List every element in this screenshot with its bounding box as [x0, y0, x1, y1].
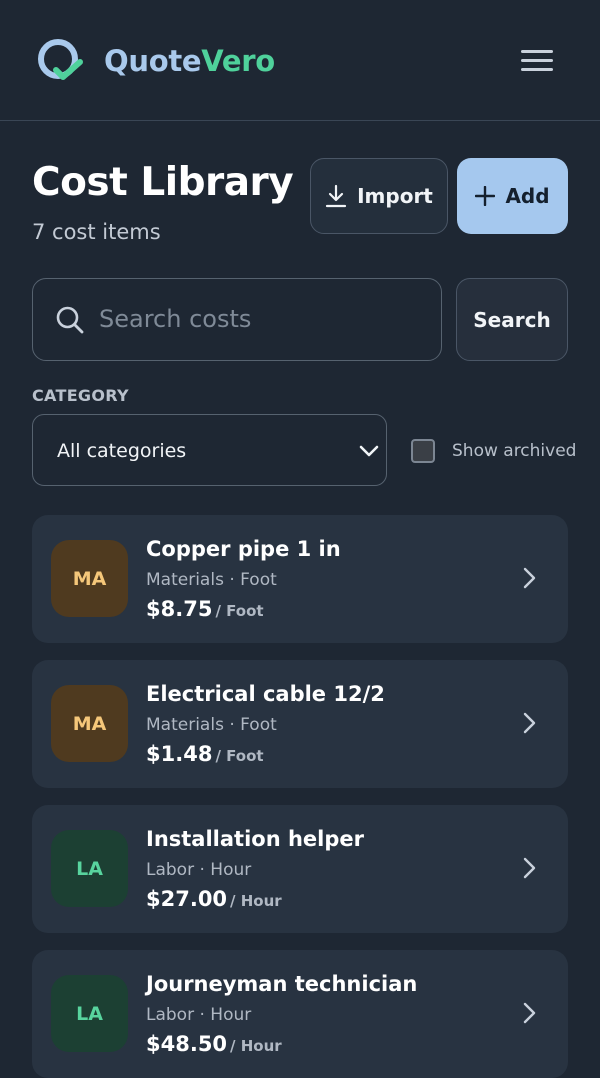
search-icon	[56, 306, 84, 334]
price-unit: / Hour	[230, 1037, 282, 1055]
import-button[interactable]: Import	[310, 158, 448, 234]
search-input[interactable]	[99, 281, 429, 357]
add-button-label: Add	[505, 184, 550, 208]
cost-item-price: $8.75/ Foot	[146, 597, 264, 621]
cost-item-name: Copper pipe 1 in	[146, 537, 341, 561]
category-badge: LA	[51, 975, 128, 1052]
cost-item-card[interactable]: LA Installation helper Labor · Hour $27.…	[32, 805, 568, 933]
app-header: QuoteVero	[0, 0, 600, 121]
q-check-logo-icon[interactable]	[36, 37, 84, 85]
chevron-right-icon	[523, 857, 536, 879]
category-badge: MA	[51, 685, 128, 762]
price-unit: / Foot	[215, 602, 264, 620]
chevron-right-icon	[523, 1002, 536, 1024]
add-button[interactable]: Add	[457, 158, 568, 234]
price-value: $48.50	[146, 1032, 228, 1056]
search-button[interactable]: Search	[456, 278, 568, 361]
brand-name[interactable]: QuoteVero	[104, 44, 275, 78]
cost-item-card[interactable]: MA Electrical cable 12/2 Materials · Foo…	[32, 660, 568, 788]
category-badge: LA	[51, 830, 128, 907]
price-unit: / Hour	[230, 892, 282, 910]
cost-item-card[interactable]: LA Journeyman technician Labor · Hour $4…	[32, 950, 568, 1078]
price-value: $1.48	[146, 742, 213, 766]
category-badge: MA	[51, 540, 128, 617]
brand-name-second: Vero	[201, 44, 275, 78]
import-button-label: Import	[357, 184, 433, 208]
plus-icon	[475, 186, 496, 206]
page-title: Cost Library	[32, 160, 294, 205]
chevron-right-icon	[523, 712, 536, 734]
price-value: $27.00	[146, 887, 228, 911]
cost-item-price: $1.48/ Foot	[146, 742, 264, 766]
show-archived-checkbox[interactable]	[411, 439, 435, 463]
cost-item-price: $27.00/ Hour	[146, 887, 282, 911]
cost-item-subtitle: Labor · Hour	[146, 1005, 252, 1025]
price-unit: / Foot	[215, 747, 264, 765]
price-value: $8.75	[146, 597, 213, 621]
cost-item-name: Installation helper	[146, 827, 364, 851]
chevron-down-icon	[359, 445, 379, 457]
cost-item-name: Electrical cable 12/2	[146, 682, 385, 706]
download-icon	[326, 184, 347, 208]
brand-name-first: Quote	[104, 44, 202, 78]
item-count: 7 cost items	[32, 220, 161, 244]
cost-item-price: $48.50/ Hour	[146, 1032, 282, 1056]
category-select[interactable]: All categories	[32, 414, 387, 486]
cost-item-card[interactable]: MA Copper pipe 1 in Materials · Foot $8.…	[32, 515, 568, 643]
category-label: CATEGORY	[32, 386, 129, 405]
cost-item-subtitle: Labor · Hour	[146, 860, 252, 880]
category-select-value: All categories	[57, 440, 187, 462]
chevron-right-icon	[523, 567, 536, 589]
show-archived-label[interactable]: Show archived	[452, 441, 576, 461]
cost-item-subtitle: Materials · Foot	[146, 570, 277, 590]
search-field[interactable]	[32, 278, 442, 361]
hamburger-menu-icon[interactable]	[516, 45, 558, 77]
cost-item-subtitle: Materials · Foot	[146, 715, 277, 735]
cost-item-name: Journeyman technician	[146, 972, 418, 996]
